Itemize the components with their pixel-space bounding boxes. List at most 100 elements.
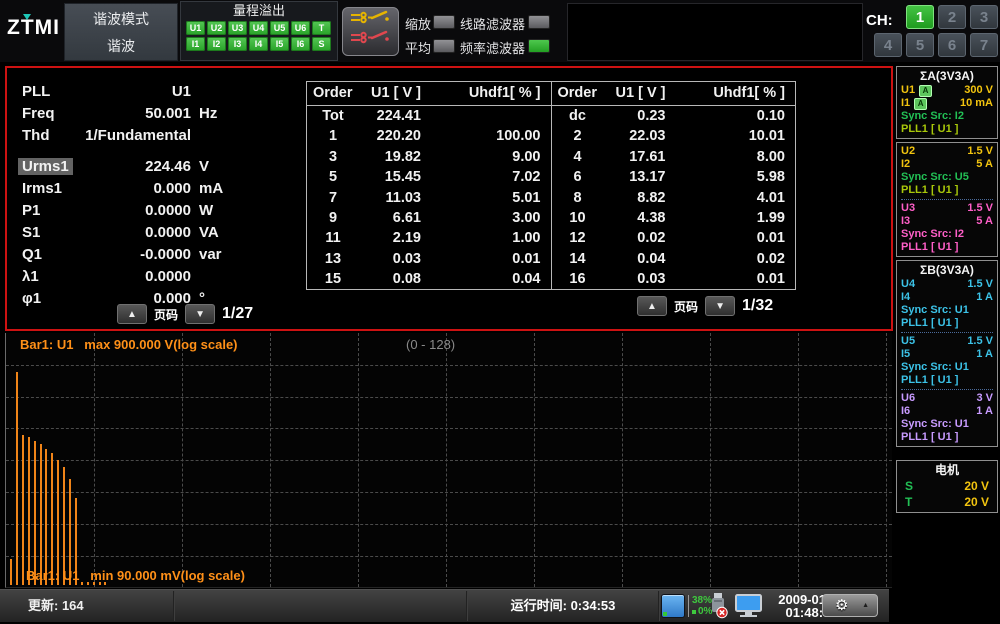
info-row-pll-label: PLL (22, 83, 50, 100)
statusbar-divider (658, 591, 660, 621)
table-row: 319.829.00 (307, 147, 551, 167)
overflow-indicator-I3: I3 (228, 37, 247, 51)
channel-row: U6 3 V (901, 392, 993, 405)
channel-label: CH: (866, 12, 893, 29)
wiring-settings-button[interactable] (342, 7, 399, 56)
table-cell: 17.61 (604, 147, 666, 167)
page-down-button[interactable]: ▼ (185, 304, 215, 324)
chart-max-label: Bar1: U1 max 900.000 V(log scale) (20, 337, 238, 352)
table-page-up-button[interactable]: ▲ (637, 296, 667, 316)
overflow-indicator-U4: U4 (249, 21, 268, 35)
channel-button-6[interactable]: 6 (938, 33, 966, 57)
overflow-indicator-U1: U1 (186, 21, 205, 35)
harmonic-bar-4 (34, 441, 36, 585)
table-row: 417.618.00 (552, 147, 796, 167)
measurement-row-3-unit: W (199, 202, 213, 219)
channel-button-5[interactable]: 5 (906, 33, 934, 57)
table-cell: 15.45 (359, 167, 421, 187)
table-cell: 13.17 (604, 167, 666, 187)
pll-source: PLL1 [ U1 ] (901, 123, 993, 136)
pll-source: PLL1 [ U1 ] (901, 431, 993, 444)
table-page-number: 1/32 (742, 297, 773, 315)
table-row: 140.040.02 (552, 249, 796, 269)
channel-range-value: 1 A (976, 405, 993, 418)
grid-line-horizontal (6, 460, 892, 461)
overflow-indicator-U2: U2 (207, 21, 226, 35)
table-header-row: OrderU1 [ V ]Uhdf1[ % ] (552, 82, 796, 106)
channel-range-value: 5 A (976, 215, 993, 228)
group-title: ΣA(3V3A) (901, 69, 993, 84)
motor-box: 电机S20 VT20 V (896, 460, 998, 513)
table-cell: 0.03 (359, 249, 421, 269)
channel-button-7[interactable]: 7 (970, 33, 998, 57)
table-cell: 13 (307, 249, 359, 269)
mode-sub: 谐波 (65, 36, 177, 56)
table-row: 88.824.01 (552, 188, 796, 208)
channel-section: U51.5 VI51 ASync Src: U1PLL1 [ U1 ] (901, 332, 993, 387)
sync-source: Sync Src: U1 (901, 361, 993, 374)
table-header-cell: Order (552, 82, 604, 105)
overflow-indicator-U3: U3 (228, 21, 247, 35)
overflow-row-voltage: U1U2U3U4U5U6T (181, 21, 337, 35)
measurement-row-2-value: 0.000 (65, 180, 191, 197)
table-cell: 3 (307, 147, 359, 167)
channel-section: U1A300 VI1A10 mASync Src: I2PLL1 [ U1 ] (901, 84, 993, 136)
table-row: 120.020.01 (552, 228, 796, 248)
harmonic-table-right: OrderU1 [ V ]Uhdf1[ % ]dc0.230.10222.031… (552, 82, 796, 289)
info-row-freq-unit: Hz (199, 105, 217, 122)
toggle-indicator-line-filter (528, 15, 550, 29)
info-row-thd-value: 1/Fundamental (65, 127, 191, 144)
table-cell: 0.04 (421, 269, 551, 289)
measurement-row-5-value: -0.0000 (65, 246, 191, 263)
table-cell: 0.02 (666, 249, 796, 269)
channel-row: I1A10 mA (901, 97, 993, 110)
channel-range-value: 1.5 V (967, 202, 993, 215)
status-bar: 更新: 164 运行时间: 0:34:53 38% 0% (0, 589, 889, 622)
channel-name: U1 (901, 84, 915, 97)
grid-line-horizontal (6, 492, 892, 493)
settings-menu-button[interactable]: ⚙ ▲ (822, 594, 878, 617)
table-cell: 0.01 (666, 228, 796, 248)
table-cell: 11.03 (359, 188, 421, 208)
channel-name: U6 (901, 392, 915, 405)
table-row: 112.191.00 (307, 228, 551, 248)
channel-row: I25 A (901, 158, 993, 171)
channel-row: I6 1 A (901, 405, 993, 418)
channel-range-value: 1 A (976, 348, 993, 361)
table-cell: dc (552, 106, 604, 126)
storage-icon (661, 594, 685, 618)
table-cell: Tot (307, 106, 359, 126)
channel-button-3[interactable]: 3 (970, 5, 998, 29)
toggle-label-line-filter: 线路滤波器 (460, 14, 525, 33)
channel-range-value: 20 V (964, 494, 989, 510)
measurement-row-5-unit: var (199, 246, 222, 263)
table-cell: 9 (307, 208, 359, 228)
channel-range-value: 10 mA (960, 97, 993, 110)
table-cell: 0.01 (421, 249, 551, 269)
page-up-button[interactable]: ▲ (117, 304, 147, 324)
channel-name: I6 (901, 405, 910, 418)
menu-up-triangle-icon: ▲ (862, 602, 869, 609)
table-page-down-button[interactable]: ▼ (705, 296, 735, 316)
harmonic-bar-dc (10, 559, 12, 585)
overflow-indicator-I1: I1 (186, 37, 205, 51)
table-cell: 6 (552, 167, 604, 187)
harmonic-bar-6 (45, 449, 47, 585)
table-cell: 220.20 (359, 126, 421, 146)
harmonic-data-panel: PLLU1Freq50.001HzThd1/FundamentalUrms122… (5, 66, 893, 331)
table-cell: 22.03 (604, 126, 666, 146)
table-cell: 3.00 (421, 208, 551, 228)
channel-range-value: 3 V (976, 392, 993, 405)
grid-line-horizontal (6, 556, 892, 557)
toggle-indicator-average (433, 39, 455, 53)
harmonic-bar-chart: Bar1: U1 max 900.000 V(log scale) (0 - 1… (5, 333, 892, 588)
channel-button-4[interactable]: 4 (874, 33, 902, 57)
harmonic-table: OrderU1 [ V ]Uhdf1[ % ]Tot224.411220.201… (306, 81, 796, 290)
table-cell (421, 106, 551, 126)
channel-button-2[interactable]: 2 (938, 5, 966, 29)
wiring-badge: A (914, 98, 927, 110)
table-header-cell: U1 [ V ] (359, 82, 421, 105)
table-cell: 1 (307, 126, 359, 146)
overflow-indicator-T: T (312, 21, 331, 35)
channel-button-1[interactable]: 1 (906, 5, 934, 29)
